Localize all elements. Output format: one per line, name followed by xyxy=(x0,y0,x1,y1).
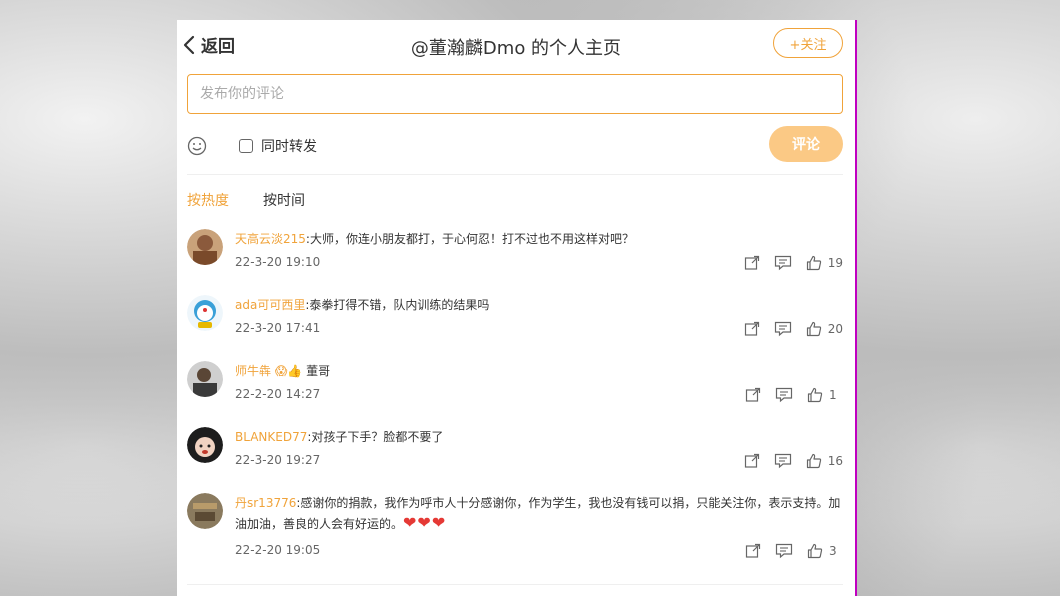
comment-username[interactable]: 丹sr13776 xyxy=(235,496,296,510)
repost-option: 同时转发 xyxy=(239,136,317,156)
comment-text: BLANKED77:对孩子下手？脸都不要了 xyxy=(235,427,843,447)
reply-button[interactable] xyxy=(774,255,792,271)
comment-time: 22-3-20 19:27 xyxy=(235,453,321,467)
comment-item: 天高云淡215:大师，你连小朋友都打，于心何忍！打不过也不用这样对吧？ 22-3… xyxy=(187,225,843,291)
reply-button[interactable] xyxy=(774,453,792,469)
comment-icon xyxy=(774,453,791,469)
like-count: 16 xyxy=(827,454,843,468)
comment-item: 丹sr13776:感谢你的捐款，我作为呼市人十分感谢你，作为学生，我也没有钱可以… xyxy=(187,489,843,579)
comment-text: 师牛犇 😱👍 董哥 xyxy=(235,361,843,381)
share-icon xyxy=(745,387,761,402)
comment-text: 天高云淡215:大师，你连小朋友都打，于心何忍！打不过也不用这样对吧？ xyxy=(235,229,843,249)
share-button[interactable] xyxy=(744,453,760,469)
share-button[interactable] xyxy=(745,543,761,559)
share-button[interactable] xyxy=(744,255,760,271)
thumbs-up-icon xyxy=(806,255,821,271)
comment-body: :对孩子下手？脸都不要了 xyxy=(307,430,444,444)
like-count: 3 xyxy=(829,544,837,558)
comment-icon xyxy=(774,255,791,271)
thumbs-up-icon xyxy=(807,543,823,559)
comment-input[interactable] xyxy=(187,74,843,114)
sort-tabs: 按热度 按时间 xyxy=(187,190,339,210)
avatar[interactable] xyxy=(187,427,223,463)
reply-button[interactable] xyxy=(774,321,792,337)
comment-time: 22-2-20 14:27 xyxy=(235,387,321,401)
like-button[interactable]: 16 xyxy=(806,453,843,469)
comment-icon xyxy=(774,321,791,337)
divider xyxy=(187,584,843,585)
avatar[interactable] xyxy=(187,493,223,529)
comment-username[interactable]: 师牛犇 xyxy=(235,364,271,378)
comment-username[interactable]: BLANKED77 xyxy=(235,430,307,444)
submit-comment-button[interactable]: 评论 xyxy=(769,126,843,162)
top-bar: 返回 @董瀚麟Dmo 的个人主页 +关注 xyxy=(177,20,855,72)
thumbs-up-icon xyxy=(806,453,821,469)
comment-icon xyxy=(775,543,793,559)
avatar[interactable] xyxy=(187,295,223,331)
share-icon xyxy=(745,543,761,558)
avatar[interactable] xyxy=(187,361,223,397)
repost-label: 同时转发 xyxy=(261,139,317,155)
reply-button[interactable] xyxy=(775,543,793,559)
comment-body: :大师，你连小朋友都打，于心何忍！打不过也不用这样对吧？ xyxy=(305,232,634,246)
comment-body: :感谢你的捐款，我作为呼市人十分感谢你，作为学生，我也没有钱可以捐，只能关注你，… xyxy=(235,496,841,531)
like-count: 1 xyxy=(829,388,837,402)
hearts-emoji: ❤❤❤ xyxy=(403,513,447,532)
follow-button[interactable]: +关注 xyxy=(773,28,843,58)
comment-item: ada可可西里:泰拳打得不错，队内训练的结果吗 22-3-20 17:41 20 xyxy=(187,291,843,357)
profile-comment-panel: 返回 @董瀚麟Dmo 的个人主页 +关注 同时转发 评论 按热度 按时间 xyxy=(177,20,857,596)
composer-tools: 同时转发 评论 xyxy=(187,126,843,166)
comment-body: 董哥 xyxy=(302,364,331,378)
tab-sort-time[interactable]: 按时间 xyxy=(263,190,305,210)
comment-icon xyxy=(775,387,793,403)
comment-actions: 20 xyxy=(730,321,843,337)
comment-actions: 16 xyxy=(730,453,843,469)
comment-body: :泰拳打得不错，队内训练的结果吗 xyxy=(305,298,490,312)
share-icon xyxy=(744,453,759,468)
emoji-sticker: 😱👍 xyxy=(274,364,303,378)
tab-sort-hot[interactable]: 按热度 xyxy=(187,190,229,210)
comment-item: BLANKED77:对孩子下手？脸都不要了 22-3-20 19:27 16 xyxy=(187,423,843,489)
smiley-icon xyxy=(187,136,207,156)
share-icon xyxy=(744,321,759,336)
emoji-button[interactable] xyxy=(187,136,207,160)
comment-text: ada可可西里:泰拳打得不错，队内训练的结果吗 xyxy=(235,295,843,315)
page-title: @董瀚麟Dmo 的个人主页 xyxy=(410,38,622,59)
comment-time: 22-3-20 17:41 xyxy=(235,321,321,335)
thumbs-up-icon xyxy=(807,387,823,403)
repost-checkbox[interactable] xyxy=(239,139,253,153)
divider xyxy=(187,174,843,175)
avatar[interactable] xyxy=(187,229,223,265)
comment-text: 丹sr13776:感谢你的捐款，我作为呼市人十分感谢你，作为学生，我也没有钱可以… xyxy=(235,493,843,534)
reply-button[interactable] xyxy=(775,387,793,403)
share-button[interactable] xyxy=(744,321,760,337)
share-button[interactable] xyxy=(745,387,761,403)
comment-username[interactable]: ada可可西里 xyxy=(235,298,305,312)
like-button[interactable]: 19 xyxy=(806,255,843,271)
like-count: 20 xyxy=(827,322,843,336)
like-count: 19 xyxy=(827,256,843,270)
like-button[interactable]: 1 xyxy=(807,387,843,403)
comment-username[interactable]: 天高云淡215 xyxy=(235,232,306,246)
like-button[interactable]: 20 xyxy=(806,321,843,337)
comment-time: 22-2-20 19:05 xyxy=(235,543,321,557)
comment-actions: 19 xyxy=(730,255,843,271)
share-icon xyxy=(744,255,759,270)
comment-item: 师牛犇 😱👍 董哥 22-2-20 14:27 1 xyxy=(187,357,843,423)
comment-actions: 1 xyxy=(731,387,843,403)
comment-list: 天高云淡215:大师，你连小朋友都打，于心何忍！打不过也不用这样对吧？ 22-3… xyxy=(187,225,843,579)
comment-time: 22-3-20 19:10 xyxy=(235,255,321,269)
like-button[interactable]: 3 xyxy=(807,543,843,559)
thumbs-up-icon xyxy=(806,321,821,337)
comment-actions: 3 xyxy=(731,543,843,559)
